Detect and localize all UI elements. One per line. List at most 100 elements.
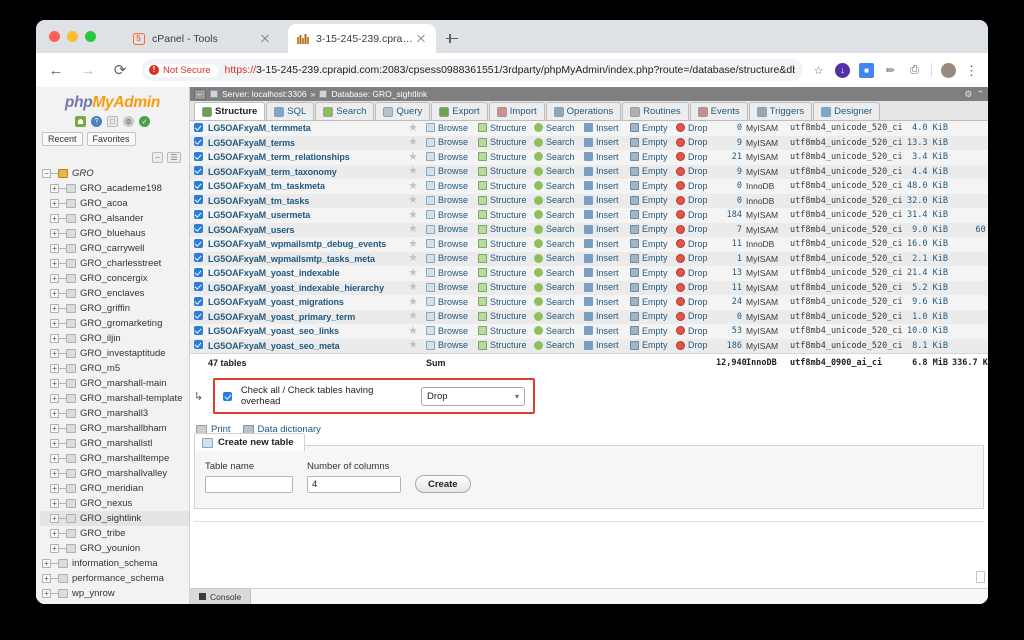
- insert-action[interactable]: Insert: [582, 179, 628, 194]
- star-icon[interactable]: ★: [408, 252, 418, 264]
- nav-back-icon[interactable]: ←: [194, 88, 206, 100]
- star-icon[interactable]: ★: [408, 136, 418, 148]
- console-bar[interactable]: Console: [190, 571, 988, 604]
- sidebar-db-item[interactable]: + GRO_gromarketing: [40, 316, 189, 331]
- favorite-cell[interactable]: ★: [402, 121, 424, 136]
- expand-icon[interactable]: +: [50, 334, 59, 343]
- star-icon[interactable]: ★: [408, 238, 418, 250]
- expand-icon[interactable]: +: [50, 199, 59, 208]
- browse-action[interactable]: Browse: [424, 208, 476, 223]
- star-icon[interactable]: ★: [408, 310, 418, 322]
- table-row[interactable]: LG5OAFxyaM_terms ★ Browse Structure Search In…: [190, 135, 988, 151]
- row-checkbox-cell[interactable]: [190, 266, 206, 281]
- row-checkbox-cell[interactable]: [190, 310, 206, 325]
- table-row[interactable]: LG5OAFxyaM_users ★ Browse Structure Search In…: [190, 222, 988, 238]
- sidebar-system-schema-item[interactable]: + wp_ynrow: [40, 586, 189, 601]
- tab-search[interactable]: Search: [315, 102, 375, 120]
- empty-action[interactable]: Empty: [628, 179, 674, 194]
- table-row[interactable]: LG5OAFxyaM_yoast_seo_meta ★ Browse Structur…: [190, 338, 988, 354]
- search-action[interactable]: Search: [532, 295, 582, 310]
- profile-avatar[interactable]: [941, 62, 956, 78]
- expand-icon[interactable]: +: [50, 214, 59, 223]
- sidebar-db-item[interactable]: + GRO_acoa: [40, 196, 189, 211]
- sidebar-db-item[interactable]: + GRO_younion: [40, 541, 189, 556]
- empty-action[interactable]: Empty: [628, 194, 674, 209]
- sidebar-db-item[interactable]: + GRO_investaptitude: [40, 346, 189, 361]
- row-checkbox-cell[interactable]: [190, 194, 206, 209]
- empty-action[interactable]: Empty: [628, 150, 674, 165]
- table-name-cell[interactable]: LG5OAFxyaM_yoast_seo_links: [206, 324, 402, 339]
- tab-export[interactable]: Export: [431, 102, 488, 120]
- search-action[interactable]: Search: [532, 136, 582, 151]
- row-checkbox[interactable]: [193, 151, 203, 161]
- browser-tab-cpanel[interactable]: 5 cPanel - Tools: [124, 24, 280, 53]
- insert-action[interactable]: Insert: [582, 310, 628, 325]
- row-checkbox-cell[interactable]: [190, 324, 206, 339]
- insert-action[interactable]: Insert: [582, 339, 628, 354]
- browse-action[interactable]: Browse: [424, 150, 476, 165]
- table-name-cell[interactable]: LG5OAFxyaM_yoast_migrations: [206, 295, 402, 310]
- kebab-menu-icon[interactable]: ⋮: [965, 64, 978, 77]
- favorite-cell[interactable]: ★: [402, 223, 424, 238]
- expand-icon[interactable]: +: [50, 544, 59, 553]
- favorite-cell[interactable]: ★: [402, 324, 424, 339]
- favorite-cell[interactable]: ★: [402, 295, 424, 310]
- drop-action[interactable]: Drop: [674, 121, 714, 136]
- browse-action[interactable]: Browse: [424, 136, 476, 151]
- expand-icon[interactable]: +: [50, 439, 59, 448]
- drop-action[interactable]: Drop: [674, 339, 714, 354]
- row-checkbox[interactable]: [193, 340, 203, 350]
- sidebar-db-item[interactable]: + GRO_academe198: [40, 181, 189, 196]
- search-action[interactable]: Search: [532, 237, 582, 252]
- close-window-button[interactable]: [49, 31, 60, 42]
- insert-action[interactable]: Insert: [582, 208, 628, 223]
- empty-action[interactable]: Empty: [628, 208, 674, 223]
- drop-action[interactable]: Drop: [674, 136, 714, 151]
- favorite-cell[interactable]: ★: [402, 179, 424, 194]
- search-action[interactable]: Search: [532, 339, 582, 354]
- browse-action[interactable]: Browse: [424, 179, 476, 194]
- structure-action[interactable]: Structure: [476, 136, 532, 151]
- star-icon[interactable]: ★: [408, 325, 418, 337]
- sidebar-db-item[interactable]: + GRO_marshallvalley: [40, 466, 189, 481]
- browse-action[interactable]: Browse: [424, 194, 476, 209]
- console-button[interactable]: Console: [190, 589, 252, 604]
- tab-events[interactable]: Events: [689, 102, 748, 120]
- drop-action[interactable]: Drop: [674, 237, 714, 252]
- structure-action[interactable]: Structure: [476, 194, 532, 209]
- tab-operations[interactable]: Operations: [545, 102, 622, 120]
- help-icon[interactable]: ?: [91, 116, 102, 127]
- sidebar-db-item[interactable]: + GRO_marshall3: [40, 406, 189, 421]
- tab-routines[interactable]: Routines: [622, 102, 689, 120]
- favorite-cell[interactable]: ★: [402, 266, 424, 281]
- search-action[interactable]: Search: [532, 165, 582, 180]
- search-action[interactable]: Search: [532, 310, 582, 325]
- star-icon[interactable]: ★: [408, 180, 418, 192]
- expand-icon[interactable]: +: [50, 274, 59, 283]
- row-checkbox-cell[interactable]: [190, 179, 206, 194]
- table-row[interactable]: LG5OAFxyaM_wpmailsmtp_debug_events ★ Brows…: [190, 237, 988, 252]
- settings-icon[interactable]: ⚙: [123, 116, 134, 127]
- table-row[interactable]: LG5OAFxyaM_termmeta ★ Browse Structure Searc…: [190, 121, 988, 136]
- browse-action[interactable]: Browse: [424, 237, 476, 252]
- phpmyadmin-logo[interactable]: phpMyAdmin: [36, 87, 189, 115]
- table-row[interactable]: LG5OAFxyaM_yoast_primary_term ★ Browse Stru…: [190, 309, 988, 325]
- star-icon[interactable]: ★: [408, 223, 418, 235]
- leaf-icon[interactable]: ✓: [139, 116, 150, 127]
- expand-icon[interactable]: +: [50, 349, 59, 358]
- sidebar-db-item[interactable]: + GRO_griffin: [40, 301, 189, 316]
- check-all-checkbox[interactable]: [223, 391, 232, 401]
- insert-action[interactable]: Insert: [582, 324, 628, 339]
- sidebar-db-item[interactable]: + GRO_sightlink: [40, 511, 189, 526]
- table-row[interactable]: LG5OAFxyaM_yoast_indexable_hierarchy ★ Bro…: [190, 280, 988, 295]
- expand-icon[interactable]: +: [50, 514, 59, 523]
- empty-action[interactable]: Empty: [628, 223, 674, 238]
- star-icon[interactable]: ★: [408, 296, 418, 308]
- expand-icon[interactable]: +: [42, 559, 51, 568]
- row-checkbox[interactable]: [193, 311, 203, 321]
- row-checkbox[interactable]: [193, 224, 203, 234]
- drop-action[interactable]: Drop: [674, 208, 714, 223]
- expand-icon[interactable]: −: [42, 169, 51, 178]
- table-name-cell[interactable]: LG5OAFxyaM_users: [206, 223, 402, 238]
- table-name-cell[interactable]: LG5OAFxyaM_termmeta: [206, 121, 402, 136]
